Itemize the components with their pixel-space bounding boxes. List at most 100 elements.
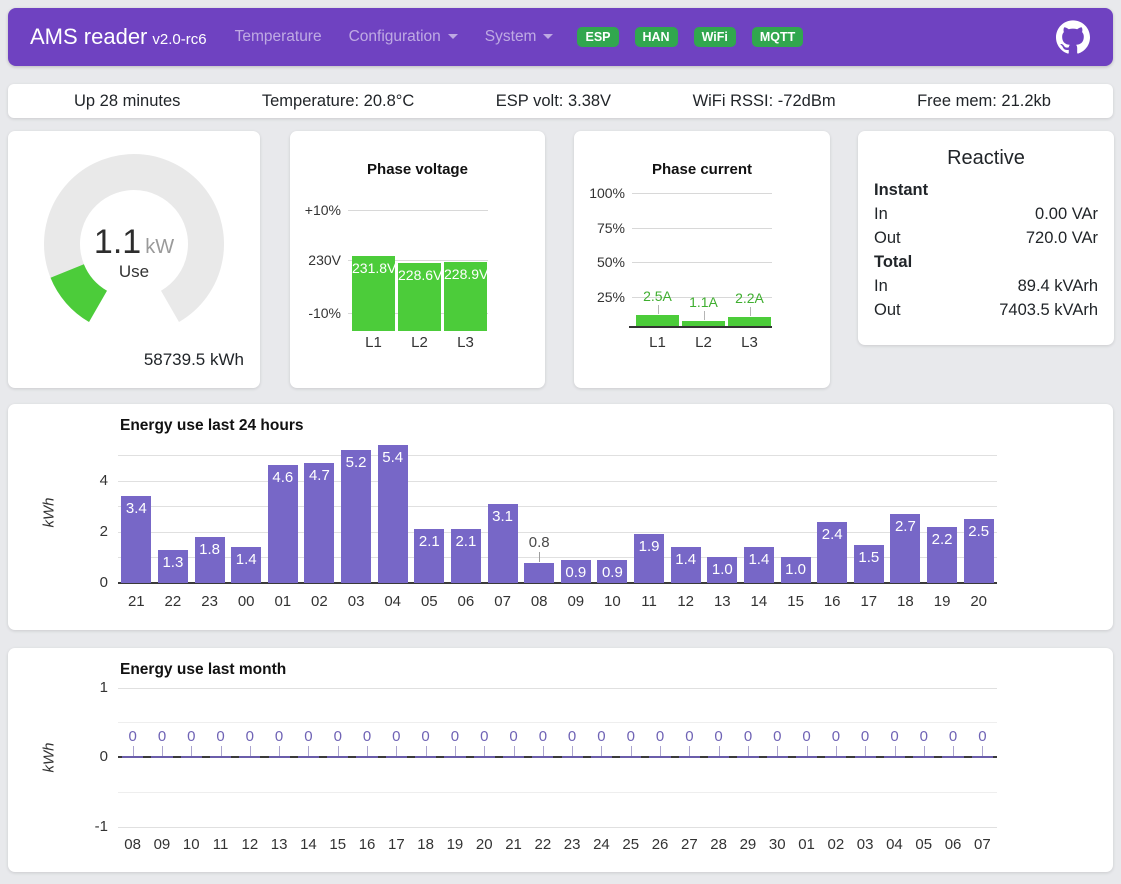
y-tick-label: +10% (290, 202, 341, 218)
x-tick-label: 20 (960, 593, 997, 610)
zero-bar-mark (474, 756, 495, 758)
app-version: v2.0-rc6 (152, 31, 206, 48)
bar-value-label: 3.4 (121, 500, 151, 517)
zero-bar-mark (327, 756, 348, 758)
x-tick-label: 15 (777, 593, 814, 610)
bar-value-label: 0.9 (561, 564, 591, 581)
y-tick-label: 0 (64, 748, 108, 765)
bar (636, 315, 679, 326)
x-tick-label: L3 (444, 334, 487, 351)
bar-leader-line (750, 307, 751, 316)
nav-item-configuration[interactable]: Configuration (349, 28, 458, 46)
reactive-total-header: Total (874, 250, 1098, 274)
x-tick-label: 11 (206, 836, 235, 853)
bar-leader-line (308, 746, 309, 756)
bar-value-label: 2.7 (890, 518, 920, 535)
bar-value-label: 1.8 (195, 541, 225, 558)
x-tick-label: L3 (728, 334, 771, 351)
row-value: 7403.5 kVArh (999, 298, 1098, 322)
reactive-card: Reactive Instant In 0.00 VAr Out 720.0 V… (858, 131, 1114, 345)
x-tick-label: 14 (294, 836, 323, 853)
phase-voltage-chart: +10%230V-10%231.8VL1228.6VL2228.9VL3 (290, 131, 545, 388)
bar-value-label: 2.2 (927, 531, 957, 548)
zero-bar-mark (444, 756, 465, 758)
bar-value-label: 1.3 (158, 554, 188, 571)
zero-bar-mark (269, 756, 290, 758)
zero-bar-mark (855, 756, 876, 758)
bar (524, 563, 554, 584)
x-tick-label: 21 (118, 593, 155, 610)
power-gauge-card: 1.1kW Use 58739.5 kWh (8, 131, 260, 388)
bar-leader-line (338, 746, 339, 756)
x-tick-label: 04 (880, 836, 909, 853)
zero-bar-mark (239, 756, 260, 758)
zero-bar-mark (767, 756, 788, 758)
x-tick-label: 10 (177, 836, 206, 853)
y-tick-label: -10% (290, 305, 341, 321)
x-tick-label: 09 (147, 836, 176, 853)
x-tick-label: 07 (484, 593, 521, 610)
y-tick-label: 1 (64, 679, 108, 696)
x-tick-label: L1 (636, 334, 679, 351)
y-tick-label: 0 (64, 574, 108, 591)
bar-leader-line (426, 746, 427, 756)
bar-leader-line (982, 746, 983, 756)
x-tick-label: 21 (499, 836, 528, 853)
bar-value-label: 1.0 (707, 561, 737, 578)
bar-value-label: 231.8V (352, 260, 395, 276)
bar-value-label: 5.2 (341, 454, 371, 471)
nav-item-system[interactable]: System (485, 28, 554, 46)
x-tick-label: 14 (741, 593, 778, 610)
x-tick-label: 23 (191, 593, 228, 610)
row-value: 0.00 VAr (1035, 202, 1098, 226)
x-tick-label: 12 (235, 836, 264, 853)
zero-bar-mark (562, 756, 583, 758)
bar-value-label: 3.1 (488, 508, 518, 525)
bar-value-label: 0 (960, 728, 1004, 745)
zero-bar-mark (620, 756, 641, 758)
wifi-rssi-status: WiFi RSSI: -72dBm (693, 92, 836, 111)
zero-bar-mark (825, 756, 846, 758)
x-tick-label: 19 (924, 593, 961, 610)
x-tick-label: 05 (909, 836, 938, 853)
x-tick-label: 02 (301, 593, 338, 610)
reactive-total-in-row: In 89.4 kVArh (874, 274, 1098, 298)
github-link[interactable] (1055, 19, 1091, 55)
bar-leader-line (748, 746, 749, 756)
row-label: Out (874, 298, 901, 322)
bar-leader-line (543, 746, 544, 756)
y-axis-label: kWh (41, 483, 58, 543)
bar-leader-line (396, 746, 397, 756)
gridline (118, 792, 997, 793)
energy-month-card: Energy use last month kWh10-100800901001… (8, 648, 1113, 872)
x-tick-label: 06 (448, 593, 485, 610)
chevron-down-icon (543, 34, 553, 39)
x-tick-label: 23 (558, 836, 587, 853)
row-label: In (874, 274, 888, 298)
bar-leader-line (162, 746, 163, 756)
bar-leader-line (660, 746, 661, 756)
temperature-status: Temperature: 20.8°C (262, 92, 414, 111)
gridline (118, 827, 997, 828)
x-tick-label: 03 (338, 593, 375, 610)
bar-value-label: 0.8 (517, 534, 561, 551)
y-tick-label: 2 (64, 523, 108, 540)
x-tick-label: 07 (968, 836, 997, 853)
nav-item-temperature[interactable]: Temperature (235, 28, 322, 46)
x-tick-label: 28 (704, 836, 733, 853)
phase-current-chart: 100%75%50%25%2.5AL11.1AL22.2AL3 (574, 131, 830, 388)
x-tick-label: 11 (631, 593, 668, 610)
bar (728, 317, 771, 327)
y-axis-label: kWh (41, 728, 58, 788)
x-tick-label: 16 (352, 836, 381, 853)
x-axis (629, 326, 772, 328)
nav-links: Temperature Configuration System (235, 28, 554, 46)
phase-current-card: Phase current 100%75%50%25%2.5AL11.1AL22… (574, 131, 830, 388)
x-tick-label: 16 (814, 593, 851, 610)
x-tick-label: 08 (521, 593, 558, 610)
bar-value-label: 1.4 (671, 551, 701, 568)
bar-leader-line (836, 746, 837, 756)
x-tick-label: 06 (938, 836, 967, 853)
x-tick-label: 12 (667, 593, 704, 610)
x-tick-label: 27 (675, 836, 704, 853)
